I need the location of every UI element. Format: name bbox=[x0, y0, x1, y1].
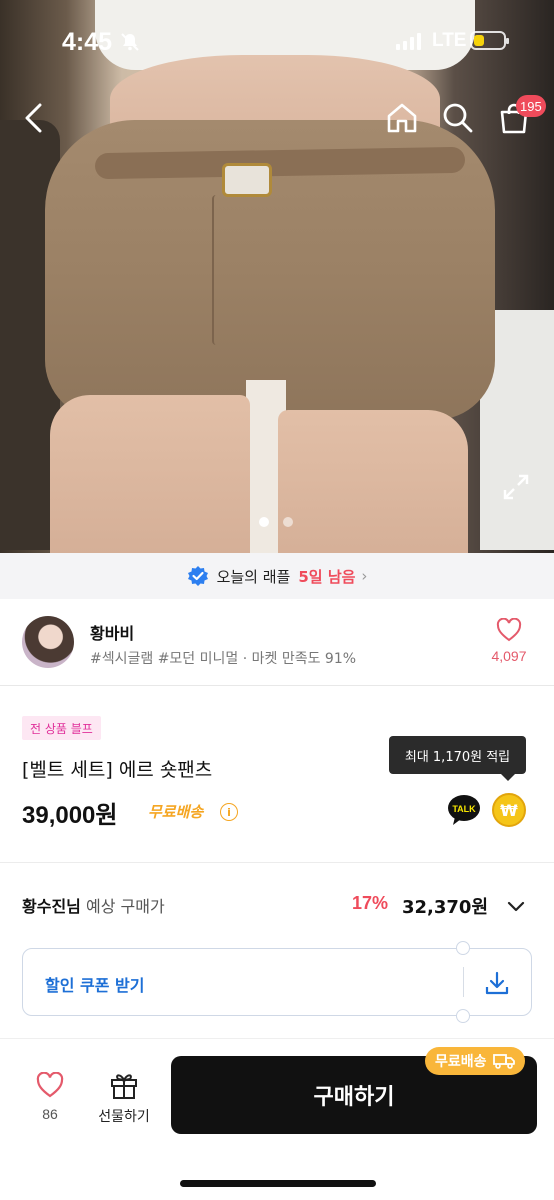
chevron-down-icon[interactable] bbox=[504, 894, 528, 918]
seller-name[interactable]: 황바비 bbox=[90, 620, 134, 644]
raffle-label: 오늘의 래플 bbox=[216, 567, 291, 586]
product-title: [벨트 세트] 에르 숏팬츠 bbox=[22, 759, 213, 781]
gift-icon bbox=[111, 1074, 137, 1099]
free-shipping-badge: 무료배송 bbox=[425, 1047, 525, 1075]
bottom-bar-divider bbox=[0, 1038, 554, 1039]
signal-icon bbox=[396, 32, 421, 50]
user-name: 황수진님 bbox=[22, 897, 81, 916]
free-badge-label: 무료배송 bbox=[435, 1054, 487, 1070]
kakao-talk-icon[interactable]: TALK bbox=[447, 793, 481, 827]
info-icon[interactable]: i bbox=[220, 803, 238, 821]
seller-tags: #섹시글램 #모던 미니멀 · 마켓 만족도 91% bbox=[90, 651, 357, 667]
heart-icon bbox=[36, 1071, 64, 1098]
expand-icon[interactable] bbox=[503, 474, 529, 500]
expected-discount: 17% bbox=[352, 893, 389, 913]
silent-bell-icon bbox=[121, 33, 139, 51]
cart-count-badge: 195 bbox=[516, 95, 546, 117]
shorts-fly bbox=[212, 195, 252, 345]
truck-icon bbox=[492, 1054, 515, 1069]
product-image[interactable] bbox=[0, 0, 554, 553]
search-button[interactable] bbox=[438, 98, 478, 138]
talk-label: TALK bbox=[452, 804, 476, 814]
product-price: 39,000원 bbox=[22, 802, 118, 829]
heart-icon bbox=[496, 617, 522, 642]
seller-like-button[interactable]: 4,097 bbox=[484, 617, 534, 664]
download-icon bbox=[485, 971, 509, 995]
free-shipping-label: 무료배송 bbox=[148, 803, 204, 821]
network-label: LTE bbox=[432, 30, 467, 51]
belt-buckle bbox=[222, 163, 272, 197]
coin-symbol: ₩ bbox=[500, 800, 518, 820]
seller-section[interactable]: 황바비 #섹시글램 #모던 미니멀 · 마켓 만족도 91% 4,097 bbox=[0, 600, 554, 686]
coupon-notch-top bbox=[456, 941, 470, 955]
coupon-download-button[interactable]: 할인 쿠폰 받기 bbox=[22, 941, 532, 1023]
buy-label: 구매하기 bbox=[313, 1085, 395, 1110]
like-button[interactable]: 86 bbox=[30, 1071, 70, 1122]
home-icon bbox=[387, 103, 417, 133]
expected-price-label: 황수진님 예상 구매가 bbox=[22, 893, 165, 917]
coupon-label: 할인 쿠폰 받기 bbox=[45, 976, 145, 995]
gallery-dot-2[interactable] bbox=[283, 517, 293, 527]
model-leg-left bbox=[50, 395, 250, 553]
model-leg-right bbox=[278, 410, 468, 553]
coupon-divider bbox=[463, 967, 464, 997]
seller-avatar[interactable] bbox=[22, 616, 74, 668]
section-divider bbox=[0, 862, 554, 863]
back-icon bbox=[25, 103, 42, 133]
gallery-pagination bbox=[259, 517, 293, 527]
like-count: 86 bbox=[42, 1106, 58, 1122]
expected-price: 32,370원 bbox=[402, 897, 489, 918]
coupon-notch-bottom bbox=[456, 1009, 470, 1023]
seller-like-count: 4,097 bbox=[491, 648, 527, 664]
gallery-dot-1[interactable] bbox=[259, 517, 269, 527]
search-icon bbox=[443, 103, 473, 133]
back-button[interactable] bbox=[14, 98, 54, 138]
gift-button[interactable]: 선물하기 bbox=[92, 1070, 156, 1126]
chevron-right-icon: › bbox=[361, 567, 368, 585]
status-bar: 4:45 LTE bbox=[0, 0, 554, 80]
promo-tag: 전 상품 블프 bbox=[22, 716, 101, 740]
expected-label: 예상 구매가 bbox=[85, 897, 165, 916]
points-tooltip: 최대 1,170원 적립 bbox=[389, 736, 526, 781]
verified-badge-icon bbox=[187, 566, 208, 586]
home-button[interactable] bbox=[382, 98, 422, 138]
battery-icon bbox=[470, 31, 509, 50]
raffle-days-left: 5일 남음 bbox=[298, 567, 356, 586]
status-time: 4:45 bbox=[62, 28, 113, 56]
raffle-banner[interactable]: 오늘의 래플 5일 남음 › bbox=[0, 553, 554, 599]
home-indicator bbox=[180, 1180, 376, 1187]
points-coin-icon[interactable]: ₩ bbox=[492, 793, 526, 827]
gift-label: 선물하기 bbox=[98, 1109, 150, 1125]
